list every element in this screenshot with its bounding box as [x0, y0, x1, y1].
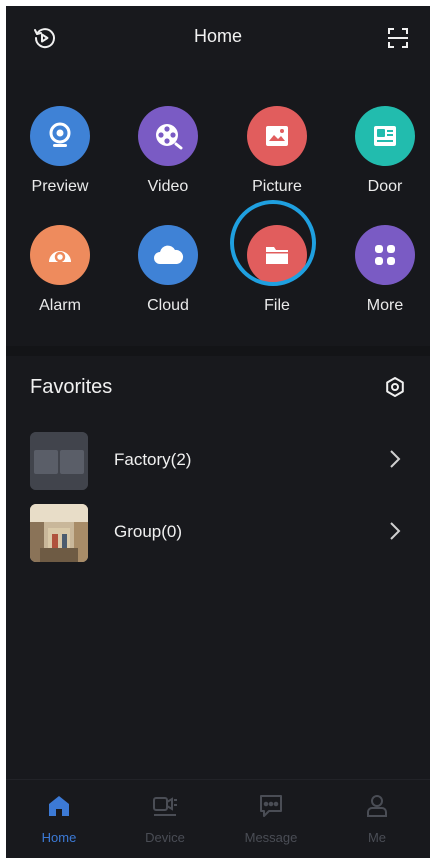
app-label: Door: [367, 178, 403, 195]
door-intercom-icon: [355, 106, 415, 166]
app-label: Video: [147, 178, 189, 195]
app-preview[interactable]: Preview: [15, 106, 105, 196]
cloud-icon: [138, 225, 198, 285]
app-label: Cloud: [147, 297, 189, 314]
app-label: File: [264, 297, 290, 314]
favorites-title: Favorites: [30, 376, 113, 398]
tab-label: Message: [244, 830, 298, 845]
page-title: Home: [193, 26, 242, 46]
tab-label: Device: [145, 830, 185, 845]
section-divider: [6, 346, 430, 356]
group-thumbnail: [30, 504, 88, 562]
app-video[interactable]: Video: [123, 106, 213, 196]
device-icon: [151, 792, 179, 820]
factory-thumbnail: [30, 432, 88, 490]
app-screen: Home Preview Video Picture Door Alarm Cl…: [6, 6, 430, 858]
person-icon: [363, 792, 391, 820]
tab-home[interactable]: Home: [6, 780, 112, 858]
app-file[interactable]: File: [232, 225, 322, 315]
tab-message[interactable]: Message: [218, 780, 324, 858]
app-cloud[interactable]: Cloud: [123, 225, 213, 315]
camera-icon: [30, 106, 90, 166]
app-picture[interactable]: Picture: [232, 106, 322, 196]
alarm-icon: [30, 225, 90, 285]
settings-icon[interactable]: [384, 376, 406, 398]
app-label: Alarm: [39, 297, 81, 314]
top-bar: Home: [6, 6, 430, 71]
app-label: More: [366, 297, 404, 314]
favorite-item-label: Factory(2): [114, 450, 192, 469]
chevron-right-icon: [388, 520, 402, 542]
favorite-item-label: Group(0): [114, 522, 183, 541]
image-icon: [247, 106, 307, 166]
message-icon: [257, 792, 285, 820]
feature-grid: Preview Video Picture Door Alarm Cloud F…: [6, 70, 430, 346]
app-label: Picture: [252, 178, 302, 195]
app-door[interactable]: Door: [340, 106, 430, 196]
chevron-right-icon: [388, 448, 402, 470]
favorite-item-factory[interactable]: Factory(2): [6, 430, 430, 494]
app-more[interactable]: More: [340, 225, 430, 315]
scan-icon[interactable]: [386, 26, 410, 50]
grid-dots-icon: [355, 225, 415, 285]
home-icon: [45, 792, 73, 820]
folder-icon: [247, 225, 307, 285]
tab-device[interactable]: Device: [112, 780, 218, 858]
tab-me[interactable]: Me: [324, 780, 430, 858]
tab-label: Home: [41, 830, 77, 845]
tab-label: Me: [367, 830, 387, 845]
app-label: Preview: [31, 178, 89, 195]
bottom-tab-bar: Home Device Message Me: [6, 779, 430, 858]
film-reel-icon: [138, 106, 198, 166]
app-alarm[interactable]: Alarm: [15, 225, 105, 315]
favorite-item-group[interactable]: Group(0): [6, 502, 430, 566]
